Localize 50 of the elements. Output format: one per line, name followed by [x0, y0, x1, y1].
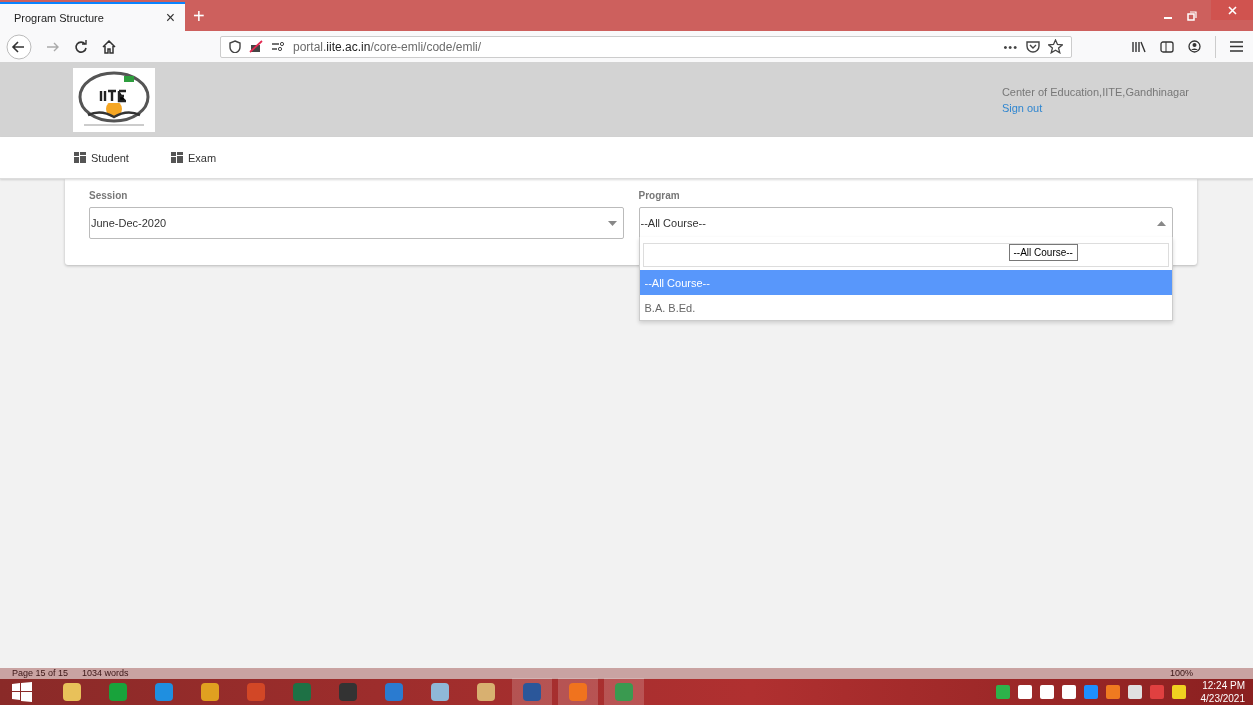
select-field[interactable]: June-Dec-2020	[89, 207, 624, 239]
tray-icon[interactable]	[1126, 684, 1143, 700]
pocket-icon[interactable]	[1026, 40, 1040, 53]
close-icon	[1227, 5, 1237, 15]
library-icon[interactable]	[1132, 40, 1146, 53]
menu-item[interactable]: Student	[91, 151, 129, 164]
clock-date: 4/23/2021	[1200, 693, 1245, 704]
taskbar-app[interactable]	[512, 678, 552, 705]
shield-icon[interactable]	[229, 40, 241, 53]
menu-icon[interactable]	[1230, 41, 1243, 52]
home-icon[interactable]	[102, 39, 116, 54]
tooltip: --All Course--	[1008, 244, 1078, 261]
zoom-level: 100%	[1169, 668, 1193, 679]
close-window-button[interactable]	[1211, 0, 1253, 20]
dashboard-icon	[170, 152, 183, 163]
back-icon[interactable]	[6, 33, 32, 60]
caret-icon	[607, 220, 617, 226]
select-field[interactable]: --All Course--	[638, 207, 1173, 239]
new-tab-button[interactable]: +	[193, 5, 205, 27]
tray-icon[interactable]	[1060, 684, 1077, 700]
sidebar-icon[interactable]	[1160, 40, 1174, 53]
restore-icon[interactable]	[1187, 10, 1197, 21]
tray-icon[interactable]	[1038, 684, 1055, 700]
insecure-lock-icon[interactable]	[249, 40, 263, 53]
status-text: Page 15 of 15	[12, 668, 69, 679]
account-icon[interactable]	[1188, 40, 1201, 53]
clock-time: 12:24 PM	[1202, 680, 1245, 691]
menu-item[interactable]: Exam	[187, 151, 217, 164]
browser-tab[interactable]: Program Structure ×	[0, 2, 185, 31]
address-bar[interactable]: portal.iite.ac.in/core-emli/code/emli/ •••	[220, 35, 1072, 58]
page-actions-button[interactable]: •••	[1003, 40, 1018, 53]
windows-start-icon[interactable]	[12, 682, 32, 702]
tray-icon[interactable]	[1016, 684, 1033, 700]
dashboard-icon	[74, 152, 86, 163]
dropdown-option[interactable]: B.A. B.Ed.	[639, 295, 1172, 320]
organization-name: Center of Education,IITE,Gandhinagar	[1001, 85, 1189, 98]
permissions-icon[interactable]	[271, 41, 285, 52]
url-text: portal.iite.ac.in/core-emli/code/emli/	[293, 39, 482, 54]
caret-icon	[1157, 220, 1166, 226]
taskbar-app[interactable]	[604, 678, 644, 705]
star-icon[interactable]	[1048, 39, 1063, 54]
taskbar-app[interactable]	[558, 678, 598, 705]
close-tab-button[interactable]: ×	[165, 8, 175, 27]
tab-title: Program Structure	[14, 11, 104, 24]
tray-icon[interactable]	[1170, 684, 1187, 700]
field-label: Program	[638, 190, 681, 201]
search-field[interactable]	[642, 243, 1169, 267]
field-label: Session	[89, 190, 129, 201]
status-text: 1034 words	[82, 668, 129, 679]
reload-icon[interactable]	[74, 39, 88, 54]
